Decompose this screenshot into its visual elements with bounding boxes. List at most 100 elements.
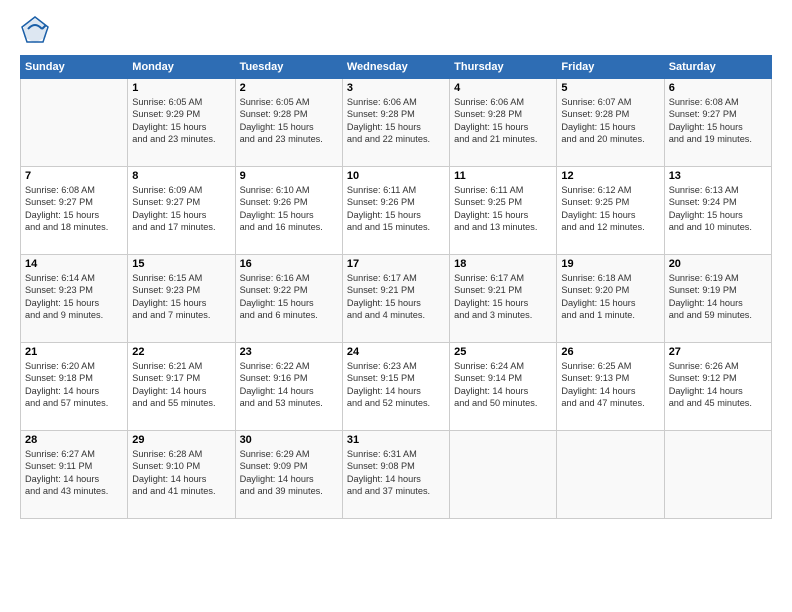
calendar-cell: 6Sunrise: 6:08 AMSunset: 9:27 PMDaylight… bbox=[664, 79, 771, 167]
calendar-cell: 27Sunrise: 6:26 AMSunset: 9:12 PMDayligh… bbox=[664, 343, 771, 431]
daylight-text-line2: and and 12 minutes. bbox=[561, 222, 644, 232]
day-number: 12 bbox=[561, 170, 659, 182]
daylight-text-line1: Daylight: 14 hours bbox=[561, 386, 635, 396]
sunset-text: Sunset: 9:24 PM bbox=[669, 197, 737, 207]
calendar-cell: 10Sunrise: 6:11 AMSunset: 9:26 PMDayligh… bbox=[342, 167, 449, 255]
sunset-text: Sunset: 9:17 PM bbox=[132, 373, 200, 383]
calendar-cell: 30Sunrise: 6:29 AMSunset: 9:09 PMDayligh… bbox=[235, 431, 342, 519]
sunrise-text: Sunrise: 6:14 AM bbox=[25, 273, 95, 283]
daylight-text-line1: Daylight: 14 hours bbox=[669, 298, 743, 308]
day-number: 30 bbox=[240, 434, 338, 446]
daylight-text-line2: and and 20 minutes. bbox=[561, 134, 644, 144]
sunrise-text: Sunrise: 6:05 AM bbox=[240, 97, 310, 107]
daylight-text-line2: and and 47 minutes. bbox=[561, 398, 644, 408]
daylight-text-line2: and and 45 minutes. bbox=[669, 398, 752, 408]
daylight-text-line2: and and 52 minutes. bbox=[347, 398, 430, 408]
calendar-cell: 12 Sunrise: 6:12 AMSunset: 9:25 PMDayligh… bbox=[557, 167, 664, 255]
day-number: 16 bbox=[240, 258, 338, 270]
sunrise-text: Sunrise: 6:26 AM bbox=[669, 361, 739, 371]
calendar-cell bbox=[664, 431, 771, 519]
sunset-text: Sunset: 9:09 PM bbox=[240, 461, 308, 471]
day-number: 24 bbox=[347, 346, 445, 358]
calendar-cell bbox=[557, 431, 664, 519]
calendar-cell: 23Sunrise: 6:22 AMSunset: 9:16 PMDayligh… bbox=[235, 343, 342, 431]
sunrise-text: Sunrise: 6:21 AM bbox=[132, 361, 202, 371]
sunset-text: Sunset: 9:28 PM bbox=[454, 109, 522, 119]
sunrise-text: Sunrise: 6:19 AM bbox=[669, 273, 739, 283]
sunrise-text: Sunrise: 6:15 AM bbox=[132, 273, 202, 283]
calendar-cell: 7Sunrise: 6:08 AMSunset: 9:27 PMDaylight… bbox=[21, 167, 128, 255]
calendar-cell: 2Sunrise: 6:05 AMSunset: 9:28 PMDaylight… bbox=[235, 79, 342, 167]
daylight-text-line2: and and 18 minutes. bbox=[25, 222, 108, 232]
daylight-text-line2: and and 10 minutes. bbox=[669, 222, 752, 232]
sunrise-text: Sunrise: 6:10 AM bbox=[240, 185, 310, 195]
sunset-text: Sunset: 9:11 PM bbox=[25, 461, 92, 471]
sunrise-text: Sunrise: 6:31 AM bbox=[347, 449, 417, 459]
logo bbox=[20, 15, 54, 45]
day-number: 27 bbox=[669, 346, 767, 358]
day-info: Sunrise: 6:22 AMSunset: 9:16 PMDaylight:… bbox=[240, 360, 338, 410]
sunset-text: Sunset: 9:14 PM bbox=[454, 373, 522, 383]
logo-icon bbox=[20, 15, 50, 45]
day-number: 8 bbox=[132, 170, 230, 182]
day-number: 31 bbox=[347, 434, 445, 446]
header bbox=[20, 15, 772, 45]
calendar-cell: 11Sunrise: 6:11 AMSunset: 9:25 PMDayligh… bbox=[450, 167, 557, 255]
day-number: 10 bbox=[347, 170, 445, 182]
sunset-text: Sunset: 9:25 PM bbox=[561, 197, 629, 207]
weekday-header-tuesday: Tuesday bbox=[235, 56, 342, 79]
daylight-text-line1: Daylight: 15 hours bbox=[347, 298, 421, 308]
sunset-text: Sunset: 9:18 PM bbox=[25, 373, 93, 383]
sunset-text: Sunset: 9:23 PM bbox=[132, 285, 200, 295]
weekday-header-sunday: Sunday bbox=[21, 56, 128, 79]
daylight-text-line2: and and 1 minute. bbox=[561, 310, 635, 320]
day-info: Sunrise: 6:17 AM Sunset: 9:21 PM Daylight:… bbox=[347, 272, 445, 322]
week-row-2: 7Sunrise: 6:08 AMSunset: 9:27 PMDaylight… bbox=[21, 167, 772, 255]
day-number: 21 bbox=[25, 346, 123, 358]
day-info: Sunrise: 6:09 AMSunset: 9:27 PMDaylight:… bbox=[132, 184, 230, 234]
day-number: 20 bbox=[669, 258, 767, 270]
day-info: Sunrise: 6:07 AMSunset: 9:28 PMDaylight:… bbox=[561, 96, 659, 146]
week-row-3: 14Sunrise: 6:14 AMSunset: 9:23 PMDayligh… bbox=[21, 255, 772, 343]
day-number: 17 bbox=[347, 258, 445, 270]
day-info: Sunrise: 6:31 AMSunset: 9:08 PMDaylight:… bbox=[347, 448, 445, 498]
calendar-table: SundayMondayTuesdayWednesdayThursdayFrid… bbox=[20, 55, 772, 519]
calendar-cell: 31 Sunrise: 6:31 AMSunset: 9:08 PMDayligh… bbox=[342, 431, 449, 519]
day-info: Sunrise: 6:12 AMSunset: 9:25 PMDaylight:… bbox=[561, 184, 659, 234]
day-info: Sunrise: 6:08 AMSunset: 9:27 PMDaylight:… bbox=[669, 96, 767, 146]
sunset-text: Sunset: 9:28 PM bbox=[240, 109, 308, 119]
day-info: Sunrise: 6:24 AMSunset: 9:14 PMDaylight:… bbox=[454, 360, 552, 410]
day-info: Sunrise: 6:05 AMSunset: 9:28 PMDaylight:… bbox=[240, 96, 338, 146]
weekday-header-row: SundayMondayTuesdayWednesdayThursdayFrid… bbox=[21, 56, 772, 79]
daylight-text-line2: and and 43 minutes. bbox=[25, 486, 108, 496]
week-row-4: 21 Sunrise: 6:20 AM Sunset: 9:18 PM Dayligh… bbox=[21, 343, 772, 431]
sunset-text: Sunset: 9:25 PM bbox=[454, 197, 522, 207]
daylight-text-line1: Daylight: 15 hours bbox=[561, 122, 635, 132]
daylight-text-line1: Daylight: 15 hours bbox=[347, 122, 421, 132]
daylight-text-line2: and and 16 minutes. bbox=[240, 222, 323, 232]
daylight-text-line1: Daylight: 15 hours bbox=[561, 298, 635, 308]
sunrise-text: Sunrise: 6:17 AM bbox=[347, 273, 417, 283]
sunrise-text: Sunrise: 6:20 AM bbox=[25, 361, 95, 371]
sunrise-text: Sunrise: 6:27 AM bbox=[25, 449, 95, 459]
sunrise-text: Sunrise: 6:08 AM bbox=[669, 97, 739, 107]
calendar-cell: 4Sunrise: 6:06 AMSunset: 9:28 PMDaylight… bbox=[450, 79, 557, 167]
sunset-text: Sunset: 9:21 PM bbox=[347, 285, 415, 295]
calendar-cell: 20 Sunrise: 6:19 AM Sunset: 9:19 PM Dayligh… bbox=[664, 255, 771, 343]
daylight-text-line2: and and 23 minutes. bbox=[240, 134, 323, 144]
calendar-cell: 29Sunrise: 6:28 AMSunset: 9:10 PMDayligh… bbox=[128, 431, 235, 519]
sunset-text: Sunset: 9:16 PM bbox=[240, 373, 308, 383]
sunrise-text: Sunrise: 6:07 AM bbox=[561, 97, 631, 107]
day-info: Sunrise: 6:14 AMSunset: 9:23 PMDaylight:… bbox=[25, 272, 123, 322]
day-info: Sunrise: 6:13 AMSunset: 9:24 PMDaylight:… bbox=[669, 184, 767, 234]
daylight-text-line2: and and 57 minutes. bbox=[25, 398, 108, 408]
sunset-text: Sunset: 9:19 PM bbox=[669, 285, 737, 295]
daylight-text-line1: Daylight: 15 hours bbox=[454, 210, 528, 220]
sunrise-text: Sunrise: 6:29 AM bbox=[240, 449, 310, 459]
daylight-text-line2: and and 53 minutes. bbox=[240, 398, 323, 408]
day-number: 4 bbox=[454, 82, 552, 94]
daylight-text-line2: and and 39 minutes. bbox=[240, 486, 323, 496]
calendar-cell: 21Sunrise: 6:20 AMSunset: 9:18 PMDayligh… bbox=[21, 343, 128, 431]
day-number: 25 bbox=[454, 346, 552, 358]
daylight-text-line2: and and 17 minutes. bbox=[132, 222, 215, 232]
